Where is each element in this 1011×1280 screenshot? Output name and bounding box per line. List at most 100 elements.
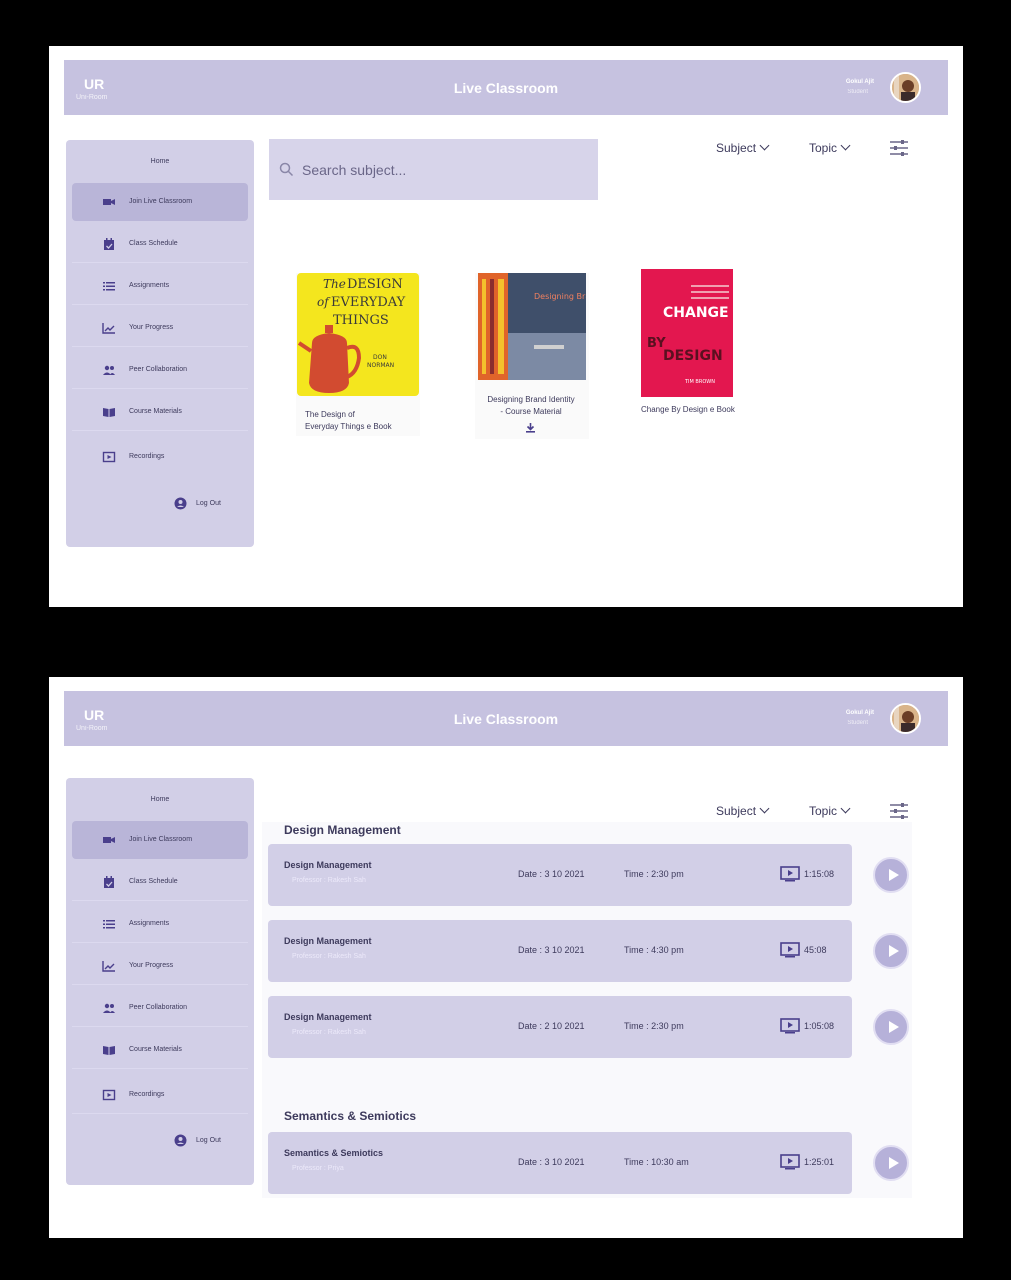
user-name: Gokul Ajit — [845, 710, 874, 716]
play-screen-icon — [102, 1089, 116, 1101]
sidebar-item-label: Peer Collaboration — [129, 1004, 187, 1011]
sidebar-item-label: Class Schedule — [129, 240, 178, 247]
video-duration-icon — [780, 1154, 800, 1170]
calendar-icon — [104, 876, 114, 888]
sidebar-item-your-progress[interactable]: Your Progress — [72, 309, 248, 347]
account-circle-icon — [174, 1134, 187, 1147]
topic-filter-label: Topic — [809, 804, 838, 818]
account-circle-icon — [174, 497, 187, 510]
play-button[interactable] — [873, 1009, 909, 1045]
sidebar-item-class-schedule[interactable]: Class Schedule — [72, 225, 248, 263]
video-duration-icon — [780, 942, 800, 958]
recording-date: Date : 3 10 2021 — [518, 1157, 585, 1167]
section-title: Semantics & Semiotics — [284, 1109, 417, 1123]
svg-text:DON: DON — [373, 354, 387, 361]
sidebar-item-course-materials[interactable]: Course Materials — [72, 1031, 248, 1069]
recording-professor: Professor : Priya — [292, 1165, 344, 1172]
filter-settings-icon[interactable] — [889, 139, 909, 157]
sidebar-item-recordings[interactable]: Recordings — [72, 438, 248, 476]
chevron-down-icon — [840, 140, 851, 151]
recording-professor: Professor : Rakesh Sah — [292, 953, 366, 960]
topic-filter-dropdown[interactable]: Topic — [809, 803, 851, 818]
course-materials-screen: UR Uni-Room Live Classroom Gokul Ajit St… — [49, 46, 963, 607]
recording-duration: 1:25:01 — [804, 1157, 835, 1167]
sidebar-item-label: Course Materials — [129, 408, 182, 415]
list-icon — [103, 282, 115, 291]
sidebar-item-home[interactable]: Home — [66, 796, 254, 803]
play-icon — [889, 1157, 899, 1169]
logout-button[interactable]: Log Out — [174, 1134, 234, 1150]
recording-date: Date : 3 10 2021 — [518, 869, 585, 879]
book-cover-image: CHANGE BY DESIGN TIM BROWN — [641, 269, 733, 397]
download-icon[interactable] — [525, 422, 536, 433]
chevron-down-icon — [759, 803, 770, 814]
sidebar-item-label: Assignments — [129, 282, 170, 289]
search-bar — [269, 139, 598, 200]
logout-label: Log Out — [196, 1137, 221, 1144]
sidebar-item-assignments[interactable]: Assignments — [72, 267, 248, 305]
topic-filter-label: Topic — [809, 141, 838, 155]
play-button[interactable] — [873, 857, 909, 893]
recording-card[interactable]: Semantics & Semiotics Professor : Priya … — [268, 1132, 852, 1194]
section-title: Design Management — [284, 823, 401, 837]
subject-filter-label: Subject — [716, 804, 757, 818]
avatar[interactable] — [890, 703, 921, 734]
sidebar-item-label: Course Materials — [129, 1046, 182, 1053]
book-title: Designing Brand Identity - Course Materia… — [487, 395, 575, 416]
people-icon — [103, 365, 115, 375]
filter-settings-icon[interactable] — [889, 802, 909, 820]
avatar[interactable] — [890, 72, 921, 103]
recording-title: Semantics & Semiotics — [284, 1148, 384, 1158]
svg-text:DESIGN: DESIGN — [347, 277, 403, 292]
video-duration-icon — [780, 866, 800, 882]
sidebar-item-course-materials[interactable]: Course Materials — [72, 393, 248, 431]
book-card-change-by-design[interactable]: CHANGE BY DESIGN TIM BROWN Change By Des… — [640, 269, 745, 419]
app-header: UR Uni-Room Live Classroom Gokul Ajit St… — [64, 691, 948, 746]
sidebar-item-label: Join Live Classroom — [129, 198, 193, 205]
play-icon — [889, 1021, 899, 1033]
sidebar-item-peer-collaboration[interactable]: Peer Collaboration — [72, 351, 248, 389]
video-camera-icon — [103, 199, 115, 205]
list-icon — [103, 920, 115, 929]
subject-filter-dropdown[interactable]: Subject — [716, 803, 770, 818]
sidebar: Home Join Live Classroom Class Schedule … — [66, 778, 254, 1185]
play-icon — [889, 869, 899, 881]
recording-duration: 1:15:08 — [804, 869, 835, 879]
svg-text:Designing Brand Identity: Designing Brand Identity — [534, 292, 586, 301]
sidebar-item-assignments[interactable]: Assignments — [72, 905, 248, 943]
recording-card[interactable]: Design Management Professor : Rakesh Sah… — [268, 920, 852, 982]
sidebar-item-label: Your Progress — [129, 962, 174, 969]
recording-card[interactable]: Design Management Professor : Rakesh Sah… — [268, 996, 852, 1058]
trending-chart-icon — [102, 323, 115, 334]
book-title: The Design of Everyday Things e Book — [305, 410, 392, 431]
search-input[interactable] — [302, 159, 582, 181]
page-title: Live Classroom — [453, 711, 559, 727]
book-card-design-of-everyday-things[interactable]: The DESIGN of EVERYDAY THINGS DON NORMAN… — [296, 273, 420, 436]
play-button[interactable] — [873, 933, 909, 969]
svg-text:NORMAN: NORMAN — [367, 362, 394, 369]
sidebar-item-join-live-classroom[interactable]: Join Live Classroom — [72, 821, 248, 859]
book-card-designing-brand-identity[interactable]: Designing Brand Identity Designing Brand… — [475, 273, 589, 439]
trending-chart-icon — [102, 961, 115, 972]
recording-time: Time : 2:30 pm — [624, 1021, 684, 1031]
sidebar-item-label: Your Progress — [129, 324, 174, 331]
sidebar-item-label: Class Schedule — [129, 878, 178, 885]
sidebar-item-your-progress[interactable]: Your Progress — [72, 947, 248, 985]
recording-professor: Professor : Rakesh Sah — [292, 1029, 366, 1036]
user-role: Student — [847, 720, 868, 726]
recording-title: Design Management — [284, 936, 372, 946]
people-icon — [103, 1003, 115, 1013]
subject-filter-dropdown[interactable]: Subject — [716, 140, 770, 155]
logout-button[interactable]: Log Out — [174, 497, 234, 513]
recording-professor: Professor : Rakesh Sah — [292, 877, 366, 884]
sidebar-item-peer-collaboration[interactable]: Peer Collaboration — [72, 989, 248, 1027]
sidebar-item-home[interactable]: Home — [66, 158, 254, 165]
sidebar-item-join-live-classroom[interactable]: Join Live Classroom — [72, 183, 248, 221]
topic-filter-dropdown[interactable]: Topic — [809, 140, 851, 155]
play-button[interactable] — [873, 1145, 909, 1181]
book-title: Change By Design e Book — [641, 405, 735, 414]
sidebar-item-class-schedule[interactable]: Class Schedule — [72, 863, 248, 901]
recording-card[interactable]: Design Management Professor : Rakesh Sah… — [268, 844, 852, 906]
sidebar-item-recordings[interactable]: Recordings — [72, 1076, 248, 1114]
subject-filter-label: Subject — [716, 141, 757, 155]
